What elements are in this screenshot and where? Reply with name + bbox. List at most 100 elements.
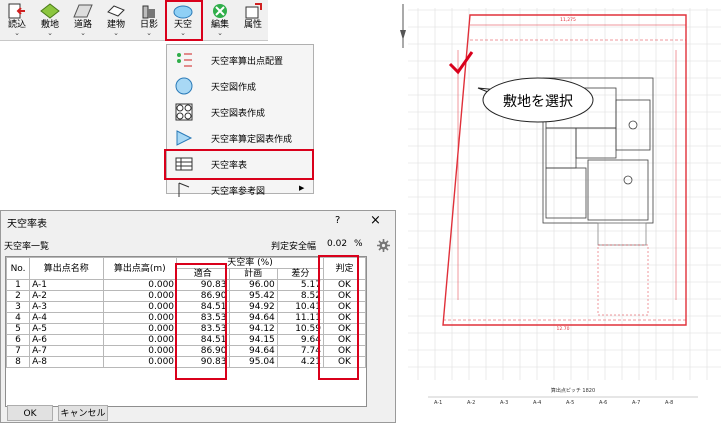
- toolbar-load-button[interactable]: 読込 ⌄: [2, 1, 32, 39]
- point-placement-icon: [177, 53, 192, 67]
- menu-item-sky-chart[interactable]: 天空図作成: [167, 74, 313, 98]
- pitch-label: 算出点ピッチ 1820: [551, 387, 595, 394]
- cell-diff: 5.17: [276, 279, 324, 291]
- compass-icon: [400, 4, 406, 48]
- cell-plan: 94.12: [228, 323, 278, 335]
- calc-point-labels: A-1 A-2 A-3 A-4 A-5 A-6 A-7 A-8: [434, 400, 673, 406]
- sky-ratio-chart-icon: [176, 130, 193, 146]
- calc-point-label: A-5: [566, 400, 574, 406]
- ok-button[interactable]: OK: [7, 405, 53, 421]
- cell-height: 0.000: [102, 279, 178, 291]
- cell-diff: 10.59: [276, 323, 324, 335]
- cell-name: A-4: [29, 312, 104, 324]
- menu-item-point-placement[interactable]: 天空率算出点配置: [167, 48, 313, 72]
- cell-plan: 94.92: [228, 301, 278, 313]
- main-toolbar: 読込 ⌄ 敷地 ⌄ 道路 ⌄ 建物 ⌄ 日影 ⌄ 天空 ⌄ 編集 ⌄ 属性: [0, 0, 268, 41]
- cell-name: A-5: [29, 323, 104, 335]
- toolbar-site-button[interactable]: 敷地 ⌄: [35, 1, 65, 39]
- col-header-height: 算出点高(m): [102, 257, 178, 280]
- margin-label: 判定安全幅: [271, 242, 317, 252]
- menu-item-label: 天空率参考図: [211, 187, 266, 197]
- dim-top-label: 11,275: [560, 17, 576, 23]
- cancel-button[interactable]: キャンセル: [58, 405, 108, 421]
- menu-item-label: 天空率算定図表作成: [211, 135, 293, 145]
- cell-diff: 4.21: [276, 356, 324, 368]
- building-icon: [107, 5, 125, 17]
- cell-diff: 8.52: [276, 290, 324, 302]
- toolbar-shadow-button[interactable]: 日影 ⌄: [134, 1, 164, 39]
- dialog-title: 天空率表: [7, 219, 47, 230]
- cell-no: 5: [5, 323, 31, 335]
- attribute-icon: [245, 3, 262, 19]
- toolbar-edit-button[interactable]: 編集 ⌄: [205, 1, 235, 39]
- cell-no: 8: [5, 356, 31, 368]
- close-icon[interactable]: ×: [370, 213, 381, 228]
- cell-name: A-1: [29, 279, 104, 291]
- sky-button-highlight: [165, 0, 203, 41]
- help-icon[interactable]: ?: [335, 215, 340, 226]
- cell-plan: 95.42: [228, 290, 278, 302]
- load-icon: [8, 3, 25, 19]
- menu-item-label: 天空図作成: [211, 83, 257, 93]
- col-header-no: No.: [5, 257, 31, 280]
- menu-item-label: 天空図表作成: [211, 109, 266, 119]
- cell-no: 6: [5, 334, 31, 346]
- cell-name: A-3: [29, 301, 104, 313]
- calc-point-label: A-2: [467, 400, 475, 406]
- cell-diff: 11.11: [276, 312, 324, 324]
- road-icon: [73, 4, 93, 18]
- margin-value: 0.02: [327, 239, 348, 249]
- calc-point-label: A-4: [533, 400, 541, 406]
- cell-no: 3: [5, 301, 31, 313]
- chevron-down-icon: ⌄: [80, 29, 86, 37]
- cell-height: 0.000: [102, 301, 178, 313]
- menu-item-sky-ratio-chart[interactable]: 天空率算定図表作成: [167, 126, 313, 150]
- sky-ratio-table-dialog: 天空率表 ? × 天空率一覧 判定安全幅 0.02 % No. 算出点名称 算出…: [0, 210, 396, 423]
- chevron-down-icon: ⌄: [14, 29, 20, 37]
- cell-plan: 94.15: [228, 334, 278, 346]
- cell-diff: 7.74: [276, 345, 324, 357]
- cell-plan: 96.00: [228, 279, 278, 291]
- toolbar-attribute-button[interactable]: 属性: [238, 1, 268, 39]
- cell-no: 4: [5, 312, 31, 324]
- cell-name: A-7: [29, 345, 104, 357]
- menu-item-sky-ratio-reference[interactable]: 天空率参考図 ▶: [167, 178, 313, 202]
- calc-point-label: A-1: [434, 400, 442, 406]
- cell-plan: 95.04: [228, 356, 278, 368]
- sky-chart-icon: [175, 77, 193, 95]
- cell-no: 2: [5, 290, 31, 302]
- edit-icon: [213, 4, 227, 18]
- toolbar-road-button[interactable]: 道路 ⌄: [68, 1, 98, 39]
- cell-height: 0.000: [102, 312, 178, 324]
- col-header-plan: 計画: [228, 268, 278, 280]
- shadow-icon: [142, 5, 155, 19]
- menu-item-label: 天空率算出点配置: [211, 57, 284, 67]
- table-subtitle: 天空率一覧: [4, 242, 50, 252]
- cad-canvas[interactable]: 11,275 12.70 敷地を選択 算出点ピッチ 1820 A-1A-2A: [398, 0, 721, 425]
- calc-point-label: A-3: [500, 400, 508, 406]
- toolbar-attribute-label: 属性: [243, 20, 262, 30]
- sky-ratio-reference-icon: [178, 182, 190, 197]
- submenu-arrow-icon: ▶: [299, 184, 305, 192]
- screenshot-root: { "toolbar": { "buttons": [ {"label": "読…: [0, 0, 721, 425]
- cell-name: A-6: [29, 334, 104, 346]
- site-icon: [40, 3, 60, 19]
- menu-item-sky-chart-table[interactable]: 天空図表作成: [167, 100, 313, 124]
- cell-name: A-2: [29, 290, 104, 302]
- site-boundary: [442, 14, 687, 326]
- cell-height: 0.000: [102, 290, 178, 302]
- cell-no: 7: [5, 345, 31, 357]
- col-header-name: 算出点名称: [29, 257, 104, 280]
- cell-diff: 10.41: [276, 301, 324, 313]
- toolbar-building-button[interactable]: 建物 ⌄: [101, 1, 131, 39]
- chevron-down-icon: ⌄: [47, 29, 53, 37]
- callout-text: 敷地を選択: [503, 94, 573, 110]
- margin-unit: %: [354, 239, 363, 249]
- cell-name: A-8: [29, 356, 104, 368]
- calc-point-label: A-7: [632, 400, 640, 406]
- cell-plan: 94.64: [228, 345, 278, 357]
- cell-no: 1: [5, 279, 31, 291]
- gear-icon[interactable]: [377, 239, 390, 252]
- cell-height: 0.000: [102, 323, 178, 335]
- cell-height: 0.000: [102, 356, 178, 368]
